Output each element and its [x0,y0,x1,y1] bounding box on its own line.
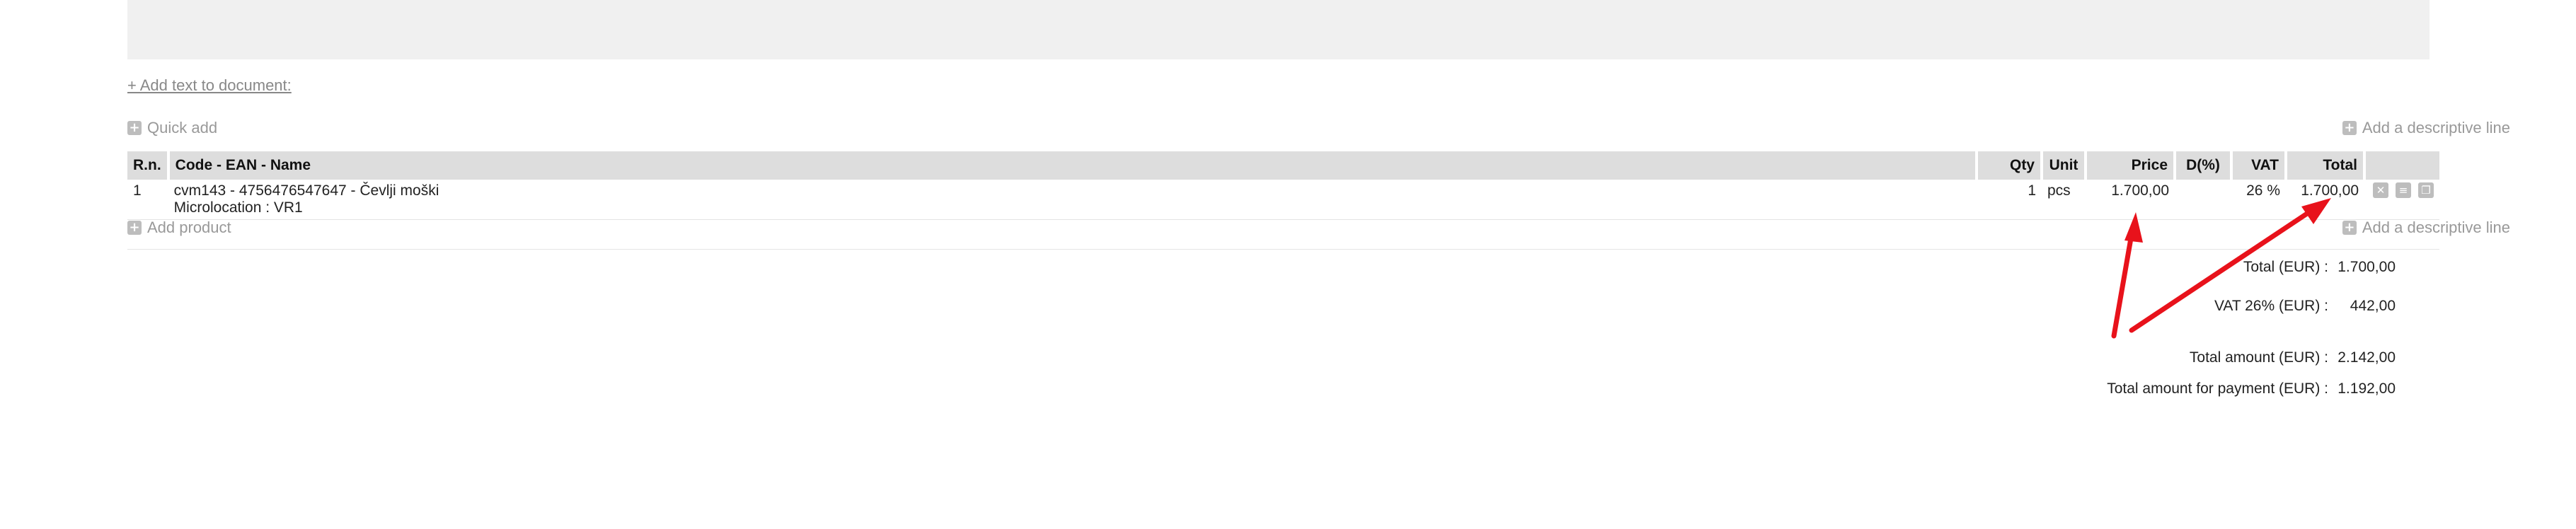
annotation-arrows [2111,198,2331,339]
arrow-to-total-head [2301,198,2331,224]
arrow-to-price [2111,223,2136,339]
arrow-to-price-head [2124,212,2143,243]
arrow-to-total [2129,204,2321,333]
